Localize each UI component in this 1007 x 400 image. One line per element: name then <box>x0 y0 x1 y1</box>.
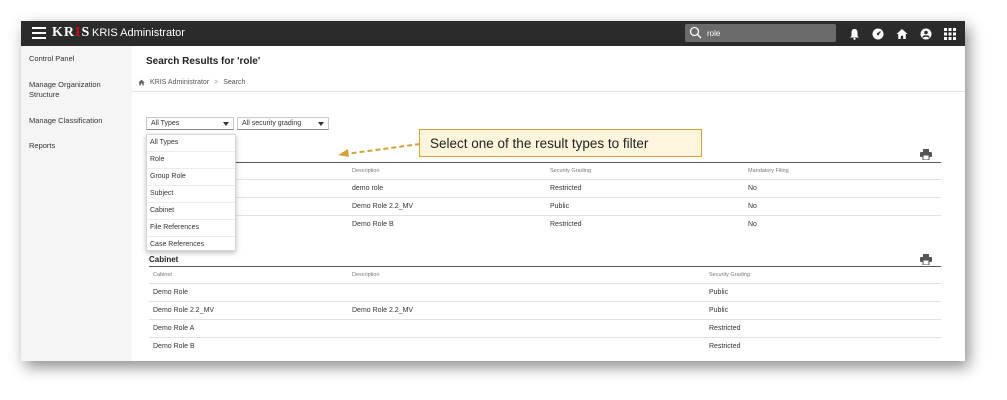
app-title: KRIS Administrator <box>92 27 185 39</box>
dropdown-option-group-role[interactable]: Group Role <box>147 169 235 186</box>
cell-description: Demo Role B <box>352 221 394 228</box>
column-header-security-grading: Security Grading <box>550 168 591 174</box>
column-header-cabinet: Cabinet <box>153 272 172 278</box>
search-input[interactable] <box>707 26 827 40</box>
cell-security-grading: Restricted <box>709 325 741 332</box>
table-row[interactable]: Demo Role A Restricted <box>149 319 941 338</box>
dropdown-option-subject[interactable]: Subject <box>147 186 235 203</box>
breadcrumb-separator: > <box>214 79 219 86</box>
cell-security-grading: Restricted <box>550 185 582 192</box>
cell-security-grading: Restricted <box>709 343 741 350</box>
cell-cabinet: Demo Role A <box>153 325 195 332</box>
search-icon <box>689 26 702 39</box>
sidebar-item-manage-classification[interactable]: Manage Classification <box>21 116 110 126</box>
print-icon[interactable] <box>920 149 932 160</box>
cell-mandatory-filing: No <box>748 203 757 210</box>
table-row[interactable]: demo role Restricted No <box>149 179 941 198</box>
type-filter-select[interactable]: All Types <box>146 117 234 130</box>
breadcrumb-item-kris-administrator[interactable]: KRIS Administrator <box>150 79 209 86</box>
kris-logo[interactable]: KRIS <box>52 25 90 41</box>
role-results-table: Description Security Grading Mandatory F… <box>149 162 941 236</box>
breadcrumb-item-search: Search <box>223 79 246 86</box>
sidebar-item-reports[interactable]: Reports <box>21 141 63 151</box>
breadcrumb: KRIS Administrator > Search <box>138 79 245 86</box>
table-row[interactable]: Demo Role Public <box>149 283 941 302</box>
chevron-down-icon <box>223 122 229 126</box>
callout-arrow <box>338 143 421 157</box>
column-header-security-grading: Security Grading <box>709 272 750 278</box>
section-title-cabinet: Cabinet <box>149 255 179 264</box>
home-icon[interactable] <box>138 79 145 86</box>
dashboard-icon[interactable] <box>871 27 885 41</box>
cell-security-grading: Public <box>709 307 729 314</box>
menu-icon[interactable] <box>32 27 46 39</box>
user-icon[interactable] <box>919 27 933 41</box>
table-top-border <box>149 162 941 163</box>
type-filter-dropdown: All Types Role Group Role Subject Cabine… <box>146 134 236 251</box>
cell-mandatory-filing: No <box>748 185 757 192</box>
column-header-description: Description <box>352 168 380 174</box>
cell-security-grading: Public <box>550 203 570 210</box>
dropdown-option-role[interactable]: Role <box>147 152 235 169</box>
cell-cabinet: Demo Role B <box>153 343 195 350</box>
global-search[interactable] <box>685 24 836 42</box>
callout-annotation: Select one of the result types to filter <box>419 129 702 157</box>
sidebar: Control Panel Manage Organization Struct… <box>21 46 132 361</box>
chevron-down-icon <box>318 122 324 126</box>
security-grading-value: All security grading <box>242 120 302 127</box>
sidebar-item-manage-organization-structure[interactable]: Manage Organization Structure <box>21 80 132 100</box>
dropdown-option-file-references[interactable]: File References <box>147 220 235 237</box>
cell-cabinet: Demo Role <box>153 289 189 296</box>
cell-description: demo role <box>352 185 384 192</box>
bell-icon[interactable] <box>847 27 861 41</box>
divider <box>132 91 965 92</box>
top-bar: KRIS KRIS Administrator <box>21 21 965 46</box>
cell-description: Demo Role 2.2_MV <box>352 203 414 210</box>
table-row[interactable]: Demo Role 2.2_MV Public No <box>149 197 941 216</box>
security-grading-select[interactable]: All security grading <box>237 117 329 130</box>
cell-cabinet: Demo Role 2.2_MV <box>153 307 215 314</box>
dropdown-option-all-types[interactable]: All Types <box>147 135 235 152</box>
type-filter-value: All Types <box>151 120 180 127</box>
home-icon[interactable] <box>895 27 909 41</box>
table-row[interactable]: Demo Role B Restricted <box>149 337 941 356</box>
table-row[interactable]: Demo Role 2.2_MV Demo Role 2.2_MV Public <box>149 301 941 320</box>
column-header-description: Description <box>352 272 380 278</box>
table-top-border <box>149 266 941 267</box>
cell-description: Demo Role 2.2_MV <box>352 307 414 314</box>
dropdown-option-cabinet[interactable]: Cabinet <box>147 203 235 220</box>
print-icon[interactable] <box>920 254 932 265</box>
cell-security-grading: Restricted <box>550 221 582 228</box>
main-content: Search Results for 'role' KRIS Administr… <box>132 46 965 361</box>
cell-security-grading: Public <box>709 289 729 296</box>
page-title: Search Results for 'role' <box>146 56 261 67</box>
cell-mandatory-filing: No <box>748 221 757 228</box>
column-header-mandatory-filing: Mandatory Filing <box>748 168 789 174</box>
cabinet-results-table: Cabinet Description Security Grading Dem… <box>149 266 941 358</box>
table-row[interactable]: Demo Role B Restricted No <box>149 215 941 234</box>
apps-grid-icon[interactable] <box>943 27 957 41</box>
dropdown-option-case-references[interactable]: Case References <box>147 237 235 253</box>
app-window: KRIS KRIS Administrator role Control Pan… <box>21 21 965 361</box>
sidebar-item-control-panel[interactable]: Control Panel <box>21 54 82 64</box>
